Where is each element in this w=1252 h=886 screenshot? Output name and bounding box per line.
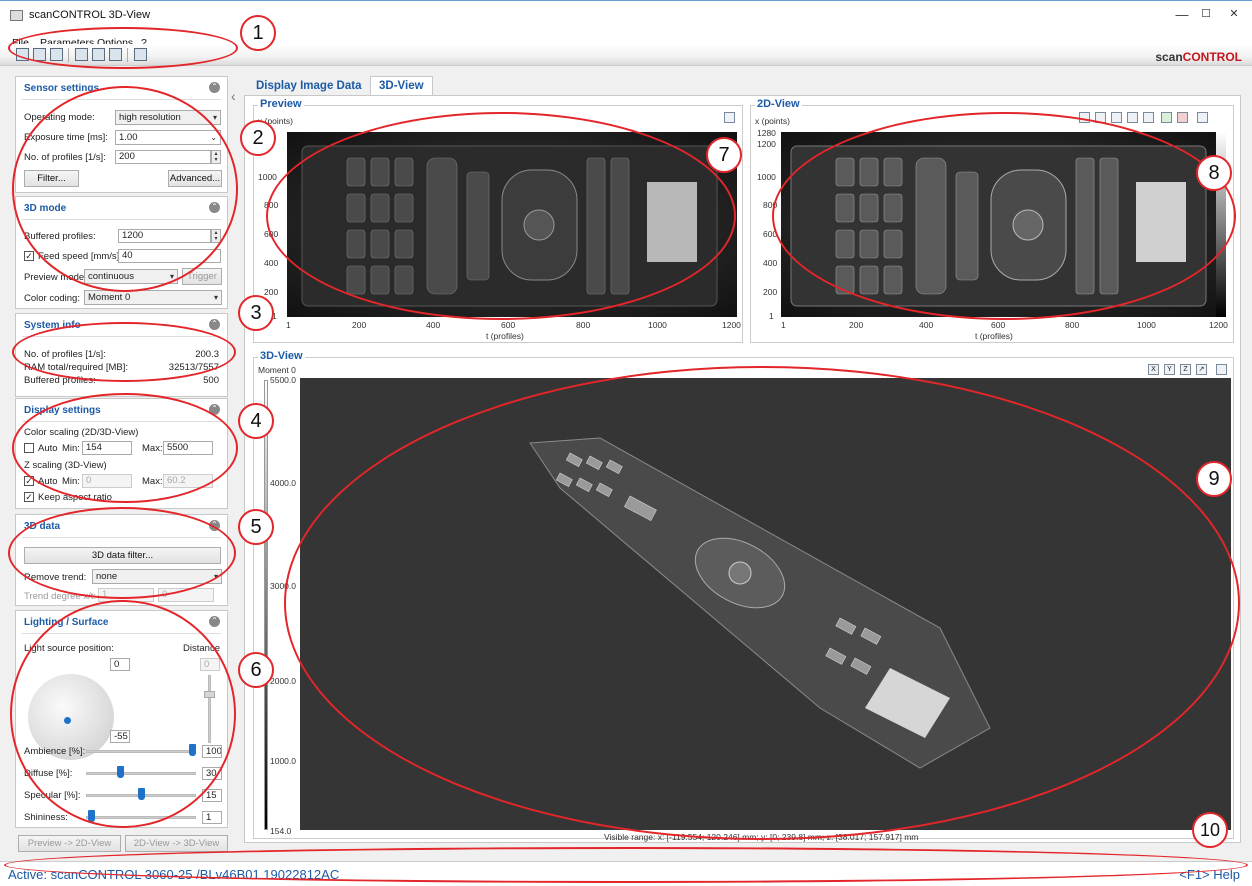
scale-tick: 4000.0 — [270, 478, 296, 488]
annotation-ellipse — [12, 86, 238, 292]
x-tick: 400 — [426, 320, 441, 330]
x-tick: 800 — [1065, 320, 1080, 330]
x-tick: 1000 — [648, 320, 667, 330]
scale-tick: 154.0 — [270, 826, 292, 836]
collapse-icon[interactable]: ⌃ — [209, 319, 220, 330]
annotation-ellipse — [266, 112, 736, 320]
view-x-axis-icon[interactable]: X — [1148, 364, 1159, 375]
annotation-9: 9 — [1196, 461, 1232, 497]
collapse-icon[interactable]: ⌃ — [209, 616, 220, 627]
close-button[interactable]: ✕ — [1224, 7, 1244, 23]
fit-view-icon[interactable] — [1197, 112, 1208, 123]
fit-view-icon[interactable] — [724, 112, 735, 123]
annotation-ellipse — [8, 507, 236, 599]
delete-icon[interactable] — [1177, 112, 1188, 123]
feed-speed-checkbox[interactable]: ✓ — [24, 251, 34, 261]
y-tick: 1000 — [757, 172, 776, 182]
2d-to-3d-button[interactable]: 2D-View -> 3D-View — [125, 835, 228, 852]
annotation-ellipse — [8, 27, 238, 69]
preview-title: Preview — [258, 98, 304, 110]
title-bar: scanCONTROL 3D-View — ☐ ✕ — [0, 0, 1252, 28]
annotation-ellipse — [10, 600, 236, 828]
scale-tick: 1000.0 — [270, 756, 296, 766]
sys-buffered-value: 500 — [203, 375, 219, 386]
view-y-axis-icon[interactable]: Y — [1164, 364, 1175, 375]
annotation-1: 1 — [240, 15, 276, 51]
annotation-ellipse — [772, 112, 1236, 320]
y-tick: 1280 — [757, 128, 776, 138]
annotation-8: 8 — [1196, 155, 1232, 191]
preview-to-2d-button[interactable]: Preview -> 2D-View — [18, 835, 121, 852]
2d-view-title: 2D-View — [755, 98, 802, 110]
annotation-ellipse — [284, 366, 1240, 840]
x-tick: 600 — [501, 320, 516, 330]
pan-icon[interactable] — [1111, 112, 1122, 123]
brand-logo: scanCONTROL — [1155, 50, 1242, 64]
shininess-input[interactable]: 1 — [202, 811, 222, 824]
keep-aspect-checkbox[interactable]: ✓ — [24, 492, 34, 502]
scale-tick: 5500.0 — [270, 375, 296, 385]
pick-max-icon[interactable] — [1143, 112, 1154, 123]
preview-xlabel: t (profiles) — [486, 331, 524, 341]
y-tick: 1000 — [258, 172, 277, 182]
color-coding-label: Color coding: — [24, 293, 80, 304]
collapse-icon[interactable]: ⌃ — [209, 82, 220, 93]
scale-tick: 2000.0 — [270, 676, 296, 686]
app-icon — [10, 10, 23, 21]
annotation-ellipse — [12, 322, 236, 382]
x-tick: 1 — [781, 320, 786, 330]
y-tick: 1 — [769, 311, 774, 321]
annotation-ellipse — [12, 393, 238, 503]
annotation-4: 4 — [238, 403, 274, 439]
annotation-10: 10 — [1192, 812, 1228, 848]
annotation-5: 5 — [238, 509, 274, 545]
minimize-button[interactable]: — — [1172, 7, 1192, 23]
view-z-axis-icon[interactable]: Z — [1180, 364, 1191, 375]
annotation-ellipse — [4, 847, 1248, 883]
x-tick: 400 — [919, 320, 934, 330]
shininess-label: Shininess: — [24, 812, 68, 823]
tab-display-image-data[interactable]: Display Image Data — [248, 77, 369, 97]
y-tick: 1200 — [757, 139, 776, 149]
x-tick: 1200 — [722, 320, 741, 330]
x-tick: 1000 — [1137, 320, 1156, 330]
annotation-2: 2 — [240, 120, 276, 156]
y-tick: 200 — [763, 287, 778, 297]
x-tick: 200 — [352, 320, 367, 330]
x-tick: 1200 — [1209, 320, 1228, 330]
x-tick: 1 — [286, 320, 291, 330]
y-tick: 200 — [264, 287, 279, 297]
x-tick: 200 — [849, 320, 864, 330]
annotation-7: 7 — [706, 137, 742, 173]
color-coding-select[interactable]: Moment 0 ▾ — [84, 290, 222, 305]
annotation-6: 6 — [238, 652, 274, 688]
x-tick: 600 — [991, 320, 1006, 330]
2d-xlabel: t (profiles) — [975, 331, 1013, 341]
3d-view-title: 3D-View — [258, 350, 305, 362]
maximize-button[interactable]: ☐ — [1196, 7, 1216, 23]
y-tick: 400 — [264, 258, 279, 268]
annotation-3: 3 — [238, 295, 274, 331]
window-title: scanCONTROL 3D-View — [29, 9, 151, 21]
color-scale-bar — [264, 380, 268, 830]
view-iso-icon[interactable]: ↗ — [1196, 364, 1207, 375]
pick-min-icon[interactable] — [1127, 112, 1138, 123]
tab-3d-view[interactable]: 3D-View — [370, 76, 433, 96]
collapse-panel-icon[interactable]: ‹ — [231, 88, 236, 104]
2d-ylabel: x (points) — [755, 116, 790, 126]
x-tick: 800 — [576, 320, 591, 330]
fit-view-icon[interactable] — [1216, 364, 1227, 375]
3d-subtitle: Moment 0 — [258, 365, 296, 375]
y-tick: 400 — [763, 258, 778, 268]
accept-icon[interactable] — [1161, 112, 1172, 123]
